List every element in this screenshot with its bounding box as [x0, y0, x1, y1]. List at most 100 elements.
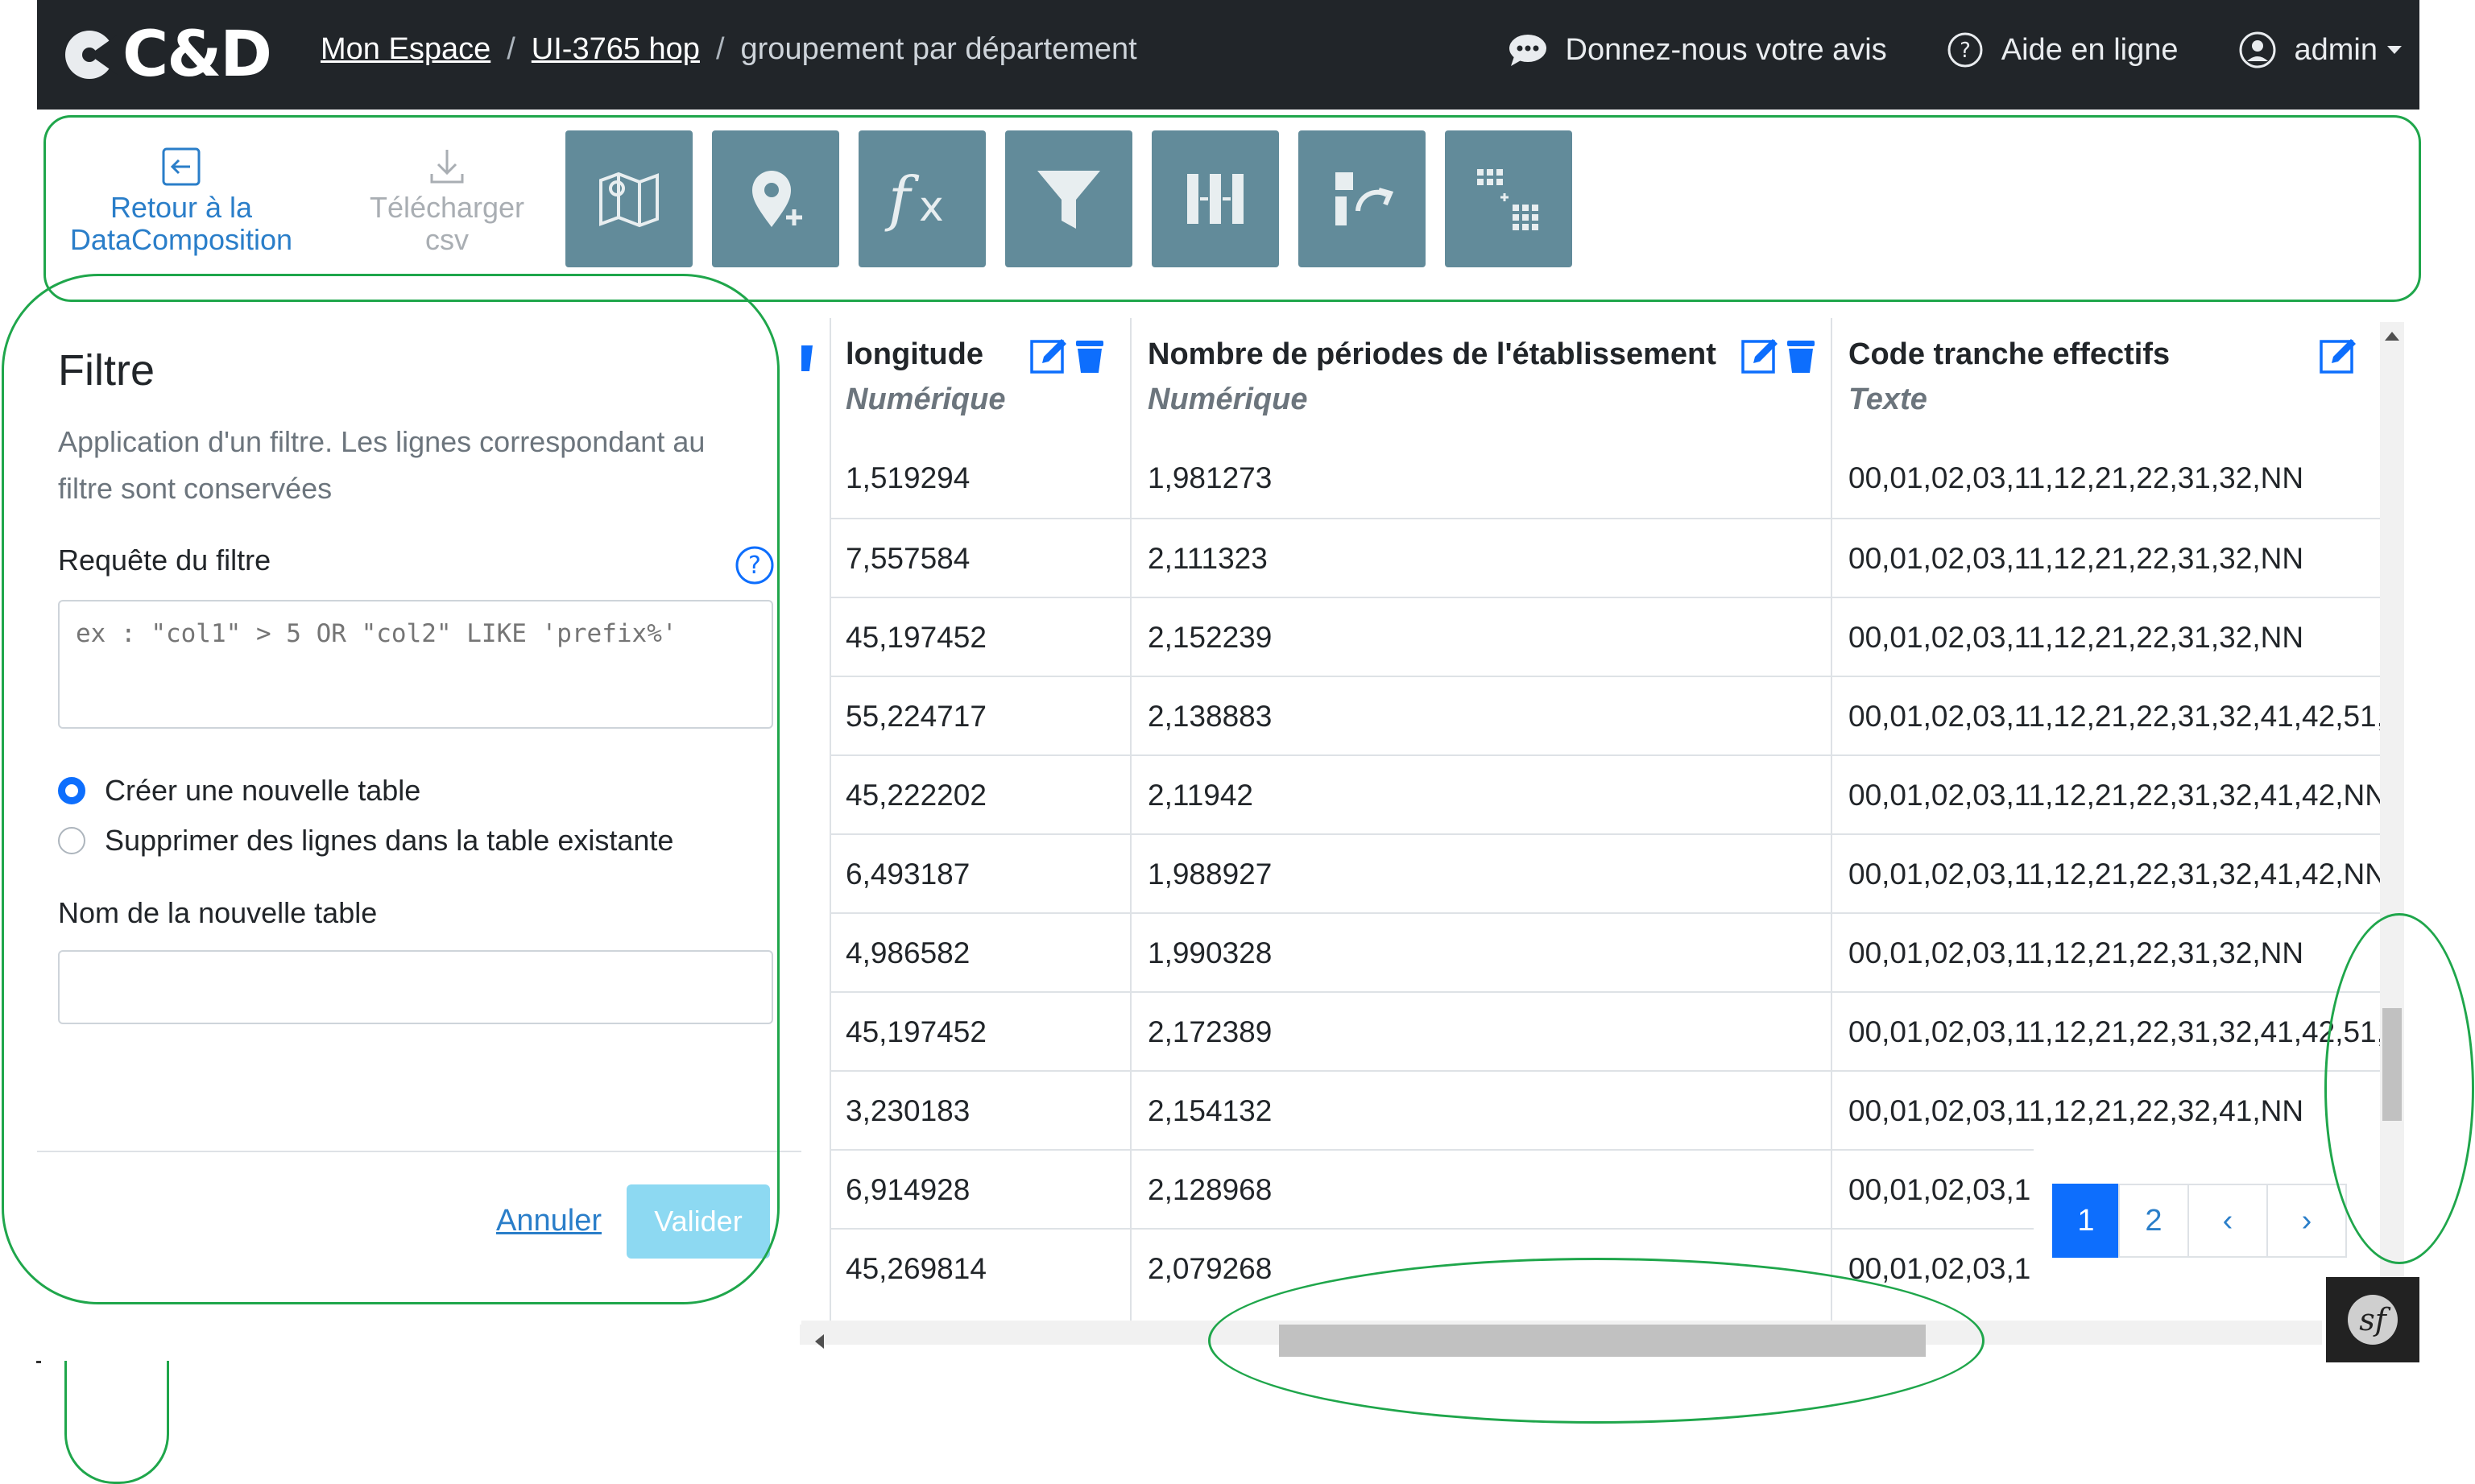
trash-icon[interactable]	[1073, 337, 1107, 374]
breadcrumb-link-home[interactable]: Mon Espace	[321, 32, 490, 67]
column-type: Numérique	[846, 382, 1006, 416]
back-label-line2: DataComposition	[69, 223, 293, 256]
table-cell: 00,01,02,03,11,12,21,22,31,32,41,42,51,N	[1832, 676, 2396, 754]
app-logo[interactable]: C&D	[61, 19, 272, 91]
table-cell: 45,197452	[830, 597, 1130, 676]
formula-icon: f x	[884, 164, 944, 234]
add-location-button[interactable]	[712, 130, 839, 267]
help-label: Aide en ligne	[2001, 32, 2179, 67]
chevron-down-icon	[2387, 46, 2402, 54]
formula-button[interactable]: f x	[859, 130, 986, 267]
table-cell: 2,154132	[1132, 1070, 1831, 1149]
table-cell: 2,138883	[1132, 676, 1831, 754]
help-link[interactable]: ? Aide en ligne	[1947, 31, 2179, 68]
breadcrumb-link-project[interactable]: UI-3765 hop	[532, 32, 700, 67]
back-to-datacomposition-link[interactable]: Retour à la DataComposition	[64, 147, 298, 256]
edit-icon[interactable]	[1740, 337, 1779, 374]
horizontal-scrollbar-thumb[interactable]	[1279, 1325, 1926, 1357]
logo-mark-icon	[65, 31, 118, 79]
previous-page-button[interactable]: ‹	[2187, 1184, 2268, 1258]
map-icon	[599, 172, 659, 228]
transform-icon	[1335, 172, 1394, 225]
trash-icon[interactable]	[1784, 337, 1818, 374]
svg-text:?: ?	[1960, 39, 1971, 63]
table-cell: 6,914928	[830, 1149, 1130, 1228]
page-1-button[interactable]: 1	[2052, 1184, 2120, 1258]
user-circle-icon	[2239, 31, 2275, 68]
symfony-icon: sf	[2348, 1295, 2398, 1345]
filter-button[interactable]	[1005, 130, 1132, 267]
table-cell: 45,222202	[830, 754, 1130, 833]
radio-button-unchecked[interactable]	[58, 827, 85, 854]
table-cell: 3,230183	[830, 1070, 1130, 1149]
table-cell: 6,493187	[830, 833, 1130, 912]
table-cell: 1,519294	[846, 461, 971, 494]
vertical-scrollbar-thumb[interactable]	[2382, 1008, 2402, 1121]
user-label: admin	[2294, 32, 2378, 67]
arrow-left-box-icon	[162, 147, 201, 186]
table-cell: 00,01,02,03,1	[1832, 1228, 2034, 1307]
radio-create-new-table[interactable]: Créer une nouvelle table	[58, 774, 420, 808]
logo-text: C&D	[122, 19, 272, 91]
edit-icon[interactable]	[2319, 337, 2357, 374]
download-label-line2: csv	[425, 223, 469, 256]
next-page-button[interactable]: ›	[2266, 1184, 2347, 1258]
scroll-up-arrow-icon[interactable]	[2385, 332, 2399, 341]
question-circle-icon: ?	[1947, 32, 1983, 68]
table-cell: 00,01,02,03,11,12,21,22,31,32,41,42,51,N	[1832, 991, 2396, 1070]
radio-button-checked[interactable]	[58, 777, 85, 804]
column-header-nombre-periodes: Nombre de périodes de l'établissement Nu…	[1132, 318, 1831, 439]
table-cell: 1,981273	[1148, 461, 1273, 494]
pagination: 1 2 ‹ ›	[2052, 1184, 2347, 1258]
scroll-left-arrow-icon[interactable]	[815, 1334, 824, 1349]
vertical-scrollbar[interactable]	[2380, 322, 2404, 1321]
table-cell: 4,986582	[830, 912, 1130, 991]
table-cell: 2,111323	[1132, 518, 1831, 597]
trash-icon[interactable]	[800, 339, 816, 374]
table-cell: 00,01,02,03,11,12,21,22,31,32,41,42,NN	[1832, 833, 2396, 912]
query-label: Requête du filtre	[58, 544, 271, 577]
columns-button[interactable]	[1152, 130, 1279, 267]
transform-button[interactable]	[1298, 130, 1426, 267]
table-cell: 45,197452	[830, 991, 1130, 1070]
breadcrumb: Mon Espace / UI-3765 hop / groupement pa…	[321, 32, 1137, 67]
column-type: Numérique	[1148, 382, 1308, 416]
table-cell: 00,01,02,03,11,12,21,22,31,32,NN	[1832, 518, 2396, 597]
table-cell: 1,988927	[1132, 833, 1831, 912]
symfony-toolbar-toggle[interactable]: sf	[2326, 1277, 2419, 1362]
table-cell: 1,990328	[1132, 912, 1831, 991]
breadcrumb-separator: /	[715, 32, 725, 66]
map-tool-button[interactable]	[565, 130, 693, 267]
table-cell: 55,224717	[830, 676, 1130, 754]
feedback-link[interactable]: Donnez-nous votre avis	[1508, 32, 1887, 68]
table-cell: 00,01,02,03,11,12,21,22,31,32,41,42,NN	[1832, 754, 2396, 833]
radio-delete-rows[interactable]: Supprimer des lignes dans la table exist…	[58, 824, 673, 858]
svg-text:?: ?	[748, 552, 761, 580]
pivot-button[interactable]	[1445, 130, 1572, 267]
cancel-button[interactable]: Annuler	[496, 1204, 602, 1238]
panel-title: Filtre	[58, 346, 155, 395]
column-header-longitude: longitude Numérique	[830, 318, 1130, 439]
panel-divider	[37, 1151, 801, 1152]
validate-button[interactable]: Valider	[627, 1184, 770, 1259]
pivot-icon	[1477, 169, 1538, 230]
table-cell: 00,01,02,03,1	[1832, 1149, 2034, 1228]
column-title: longitude	[846, 337, 983, 371]
filter-query-input[interactable]	[58, 600, 773, 729]
table-cell: 00,01,02,03,11,12,21,22,31,32,NN	[1832, 912, 2396, 991]
breadcrumb-current: groupement par département	[740, 32, 1137, 66]
feedback-label: Donnez-nous votre avis	[1565, 32, 1887, 67]
page-2-button[interactable]: 2	[2118, 1184, 2189, 1258]
panel-description: Application d'un filtre. Les lignes corr…	[58, 425, 706, 505]
data-table: longitude Numérique Nombre de périodes d…	[800, 318, 2411, 1321]
user-menu[interactable]: admin	[2238, 31, 2402, 69]
help-icon[interactable]: ?	[735, 545, 775, 585]
column-title: Nombre de périodes de l'établissement	[1148, 337, 1716, 371]
back-label-line1: Retour à la	[110, 191, 253, 224]
download-csv-link[interactable]: Télécharger csv	[354, 147, 540, 256]
table-cell: 2,079268	[1132, 1228, 1831, 1307]
svg-text:x: x	[919, 183, 944, 231]
edit-icon[interactable]	[1029, 337, 1068, 374]
table-cell: 00,01,02,03,11,12,21,22,32,41,NN	[1832, 1070, 2396, 1149]
new-table-name-input[interactable]	[58, 950, 773, 1024]
